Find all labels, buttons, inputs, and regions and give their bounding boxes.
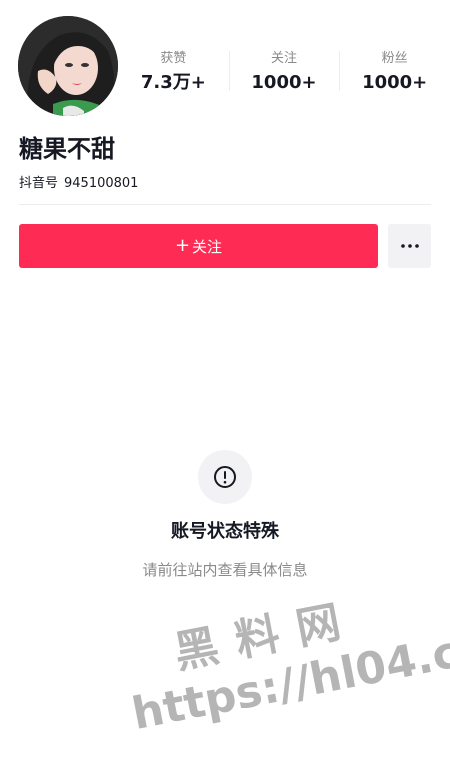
- stat-following[interactable]: 关注 1000+: [228, 51, 340, 93]
- more-dots-icon: [400, 244, 419, 248]
- avatar[interactable]: [18, 16, 118, 116]
- douyin-id-value: 945100801: [64, 176, 139, 191]
- more-options-button[interactable]: [388, 224, 431, 268]
- stat-value: 7.3万+: [140, 72, 206, 93]
- status-icon-container: [198, 450, 252, 504]
- divider: [19, 204, 431, 205]
- stat-value: 1000+: [362, 72, 428, 93]
- profile-nickname: 糖果不甜: [19, 135, 115, 163]
- stat-value: 1000+: [251, 72, 317, 93]
- stat-label: 获赞: [160, 51, 187, 66]
- status-title: 账号状态特殊: [171, 521, 279, 542]
- follow-label: 关注: [192, 237, 223, 256]
- avatar-image: [18, 16, 118, 116]
- plus-icon: +: [174, 235, 191, 256]
- follow-button[interactable]: + 关注: [19, 224, 378, 268]
- stat-likes[interactable]: 获赞 7.3万+: [118, 51, 229, 93]
- stat-label: 关注: [271, 51, 298, 66]
- douyin-id: 抖音号 945100801: [19, 176, 138, 192]
- stat-label: 粉丝: [381, 51, 408, 66]
- douyin-id-label: 抖音号: [19, 176, 59, 191]
- status-description: 请前往站内查看具体信息: [142, 561, 308, 579]
- stat-followers[interactable]: 粉丝 1000+: [339, 51, 450, 93]
- profile-stats: 获赞 7.3万+ 关注 1000+ 粉丝 1000+: [118, 51, 450, 93]
- alert-icon: [214, 466, 236, 488]
